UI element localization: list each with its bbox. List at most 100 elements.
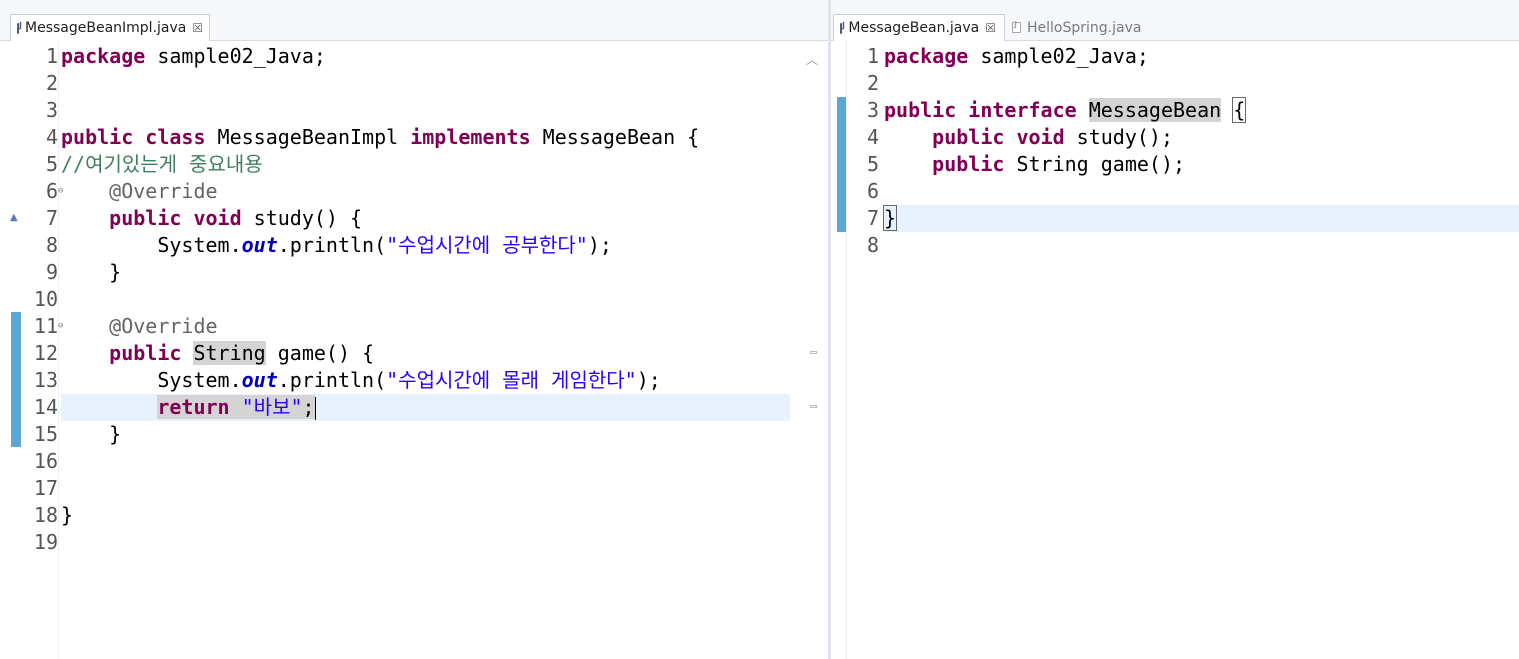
code-line: @Override [61, 313, 790, 340]
code-token: { [1232, 97, 1247, 123]
line-number-gutter-left: 1 2 3 4 5 6 ⊖ 7 8 9 10 11 ⊖ 12 13 14 15 16 17 18 19 [10, 41, 63, 659]
code-line: public String game(); [884, 151, 1519, 178]
line-number: 16 [33, 449, 58, 473]
tab-bar-right: MessageBean.java ☒ HelloSpring.java [831, 0, 1519, 41]
chevron-up-icon[interactable]: ︿ [806, 51, 818, 68]
code-token: out [241, 233, 278, 257]
tab-label: MessageBeanImpl.java [25, 20, 187, 36]
code-token: ); [587, 233, 612, 257]
code-token: @Override [109, 179, 218, 203]
tab-messagebean-java[interactable]: MessageBean.java ☒ [833, 14, 1005, 41]
line-number: 5 [866, 152, 879, 176]
code-token: void [193, 206, 242, 230]
code-token [229, 395, 242, 419]
code-token: void [1016, 125, 1065, 149]
code-token: } [882, 205, 898, 231]
line-number: 17 [33, 476, 58, 500]
code-token: ); [636, 368, 661, 392]
code-area-right[interactable]: package sample02_Java;public interface M… [882, 41, 1519, 659]
code-token: public [61, 125, 134, 149]
code-token: MessageBean [1088, 98, 1222, 122]
line-number: 1 [45, 44, 58, 68]
java-file-icon [1012, 20, 1021, 33]
java-file-icon [17, 21, 22, 34]
line-number: 7 [45, 206, 58, 230]
tab-bar-left: MessageBeanImpl.java ☒ [0, 0, 828, 41]
code-token: package [61, 44, 146, 68]
code-line: } [61, 421, 790, 448]
line-number: 15 [33, 422, 58, 446]
code-editor-left[interactable]: ▲ 1 2 3 4 5 6 ⊖ 7 8 9 10 11 ⊖ 12 13 14 15 16 17 18 19 packag… [0, 41, 828, 659]
code-token: study() { [241, 206, 363, 230]
line-number: 6 [45, 179, 58, 203]
code-editor-right[interactable]: 1 2 3 4 5 6 7 8 package sample02_Java; public in… [831, 41, 1519, 659]
line-number: 4 [866, 125, 879, 149]
overview-mark[interactable] [810, 405, 817, 408]
editor-pane-left: MessageBeanImpl.java ☒ ▲ 123456⊖7891011⊖… [0, 0, 828, 659]
code-token: .println( [277, 368, 387, 392]
code-line: System.out.println("수업시간에 공부한다"); [61, 232, 790, 259]
line-number: 13 [33, 368, 58, 392]
code-line: public class MessageBeanImpl implements … [61, 124, 790, 151]
text-caret [314, 397, 316, 420]
code-token: public [109, 341, 182, 365]
code-token: "바보" [241, 395, 303, 419]
code-token: interface [968, 98, 1077, 122]
code-token: .println( [277, 233, 387, 257]
code-token: public [884, 98, 957, 122]
tab-label: MessageBean.java [848, 20, 980, 36]
code-line: System.out.println("수업시간에 몰래 게임한다"); [61, 367, 790, 394]
tab-hellospring-java[interactable]: HelloSpring.java [1006, 14, 1156, 41]
code-token: ; [302, 395, 315, 419]
editor-pane-right: MessageBean.java ☒ HelloSpring.java 1 2 3 4… [831, 0, 1519, 659]
tab-messagebeanimpl-java[interactable]: MessageBeanImpl.java ☒ [10, 14, 210, 41]
code-token: "수업시간에 몰래 게임한다" [386, 368, 637, 392]
code-token: public [109, 206, 182, 230]
line-number: 8 [866, 233, 879, 257]
code-line: } [61, 259, 790, 286]
code-token: study(); [1064, 125, 1174, 149]
code-token: String [193, 341, 266, 365]
line-number: 9 [45, 260, 58, 284]
code-line: public void study() { [61, 205, 790, 232]
overview-mark[interactable] [810, 351, 817, 354]
line-number: 12 [33, 341, 58, 365]
code-token: String game(); [1004, 152, 1186, 176]
code-token: public [932, 125, 1005, 149]
code-token: MessageBean { [530, 125, 700, 149]
line-number: 8 [45, 233, 58, 257]
line-number: 5 [45, 152, 58, 176]
close-icon[interactable]: ☒ [985, 21, 996, 35]
line-number: 2 [866, 71, 879, 95]
code-line: package sample02_Java; [61, 43, 790, 70]
code-token: return [157, 395, 230, 419]
code-area-left[interactable]: package sample02_Java;public class Messa… [61, 41, 790, 659]
overview-ruler-left: ▲ [0, 41, 18, 659]
code-token: "수업시간에 공부한다" [386, 233, 588, 257]
close-icon[interactable]: ☒ [192, 21, 203, 35]
vertical-scrollbar-left[interactable]: ︿ [794, 41, 828, 659]
code-token: @Override [109, 314, 218, 338]
code-line: } [882, 205, 1519, 232]
code-line: package sample02_Java; [884, 43, 1519, 70]
line-number: 11 [33, 314, 58, 338]
code-token: System. [61, 233, 242, 257]
code-token: } [61, 260, 122, 284]
code-line: public void study(); [884, 124, 1519, 151]
